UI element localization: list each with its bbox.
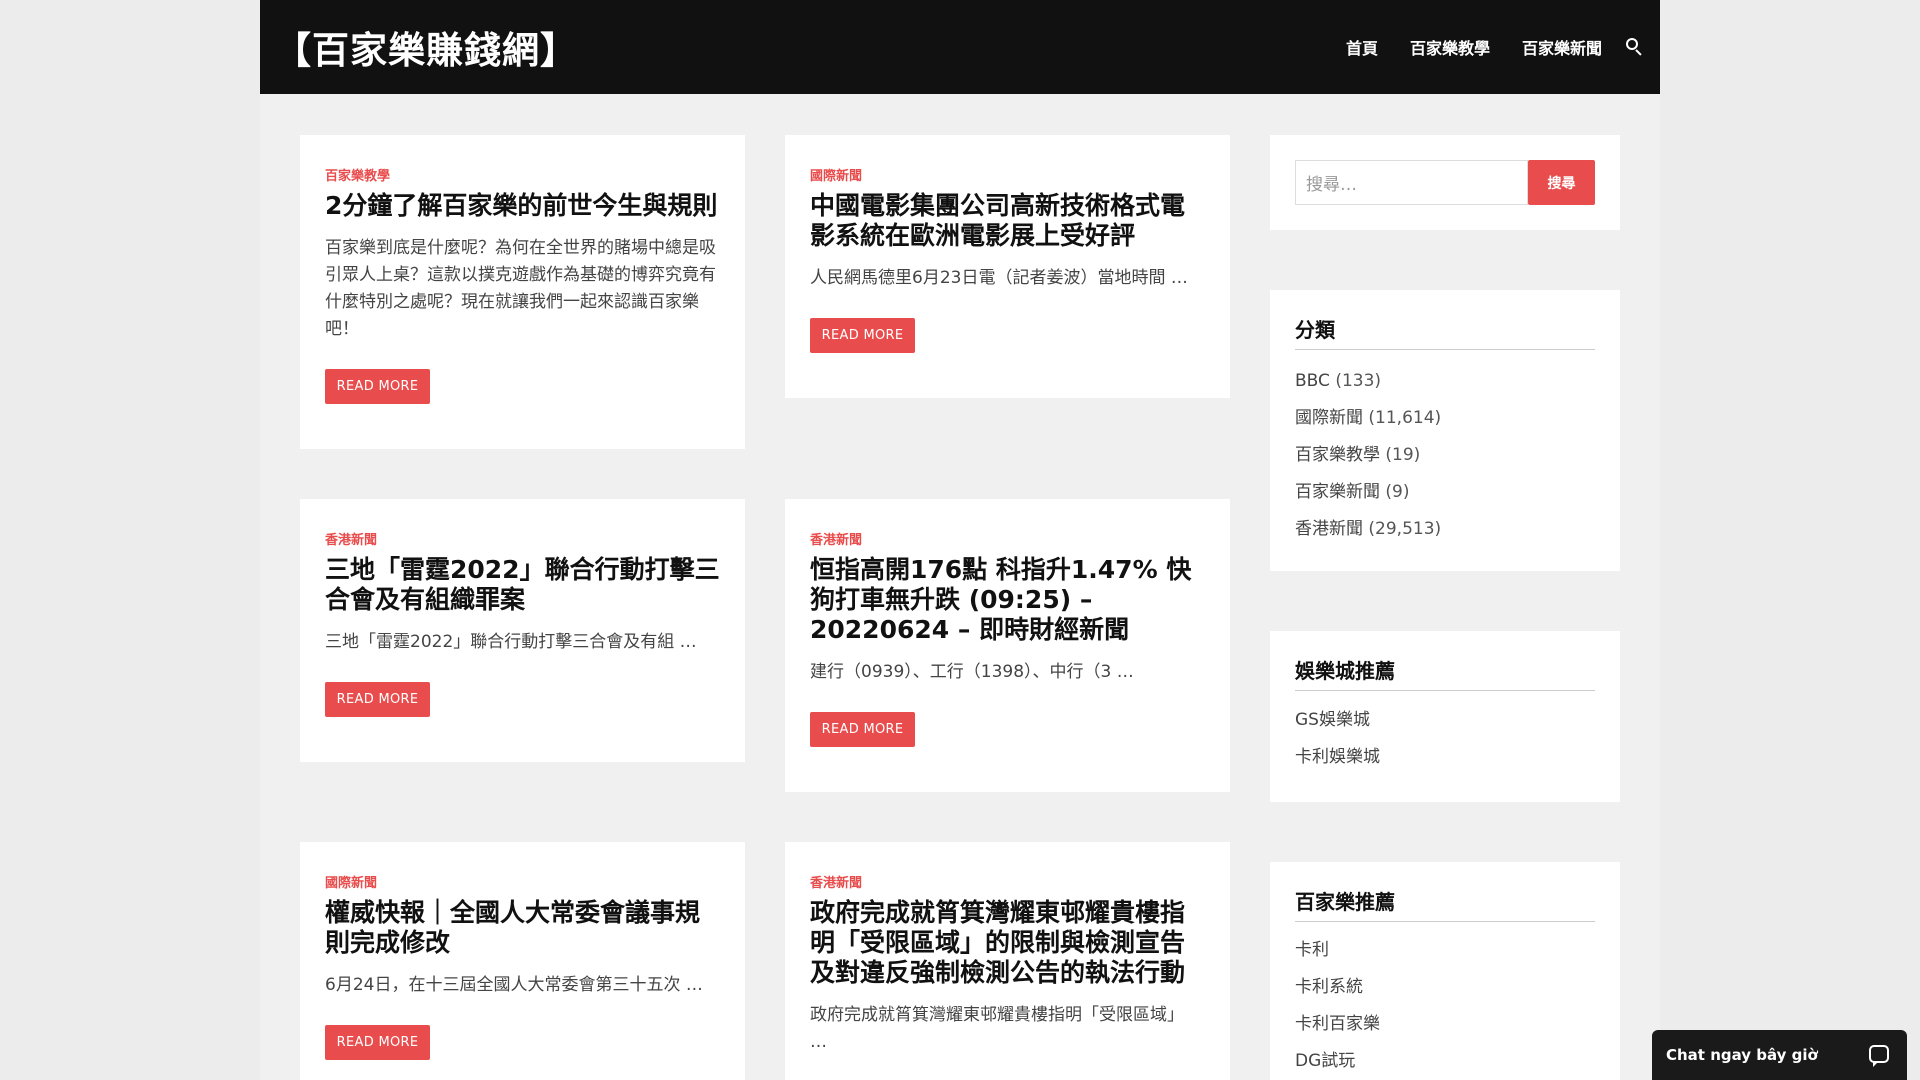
search-icon[interactable] (1626, 38, 1644, 56)
widget-title: 娛樂城推薦 (1295, 655, 1595, 691)
category-item[interactable]: 百家樂新聞 (9) (1295, 474, 1595, 511)
site-title[interactable]: 【百家樂賺錢網】 (274, 20, 578, 74)
post-excerpt: 百家樂到底是什麼呢？為何在全世界的賭場中總是吸引眾人上桌？這款以撲克遊戲作為基礎… (325, 238, 716, 339)
post-excerpt: 政府完成就筲箕灣耀東邨耀貴樓指明「受限區域」 … (810, 1005, 1184, 1052)
casino-list: GS娛樂城 卡利娛樂城 (1295, 702, 1595, 776)
nav-item-baccarat-news[interactable]: 百家樂新聞 (1522, 35, 1602, 59)
baccarat-link[interactable]: 卡利百家樂 (1295, 1006, 1595, 1043)
post-title[interactable]: 恒指高開176點 科指升1.47% 快狗打車無升跌 (09:25) – 2022… (810, 555, 1205, 645)
post-card: 百家樂教學 2分鐘了解百家樂的前世今生與規則 百家樂到底是什麼呢？為何在全世界的… (300, 135, 745, 449)
category-item[interactable]: BBC (133) (1295, 363, 1595, 400)
chat-widget[interactable]: Chat ngay bây giờ (1652, 1030, 1907, 1080)
main-nav: 首頁 百家樂教學 百家樂新聞 (1314, 0, 1644, 94)
baccarat-link[interactable]: 卡利系統 (1295, 969, 1595, 1006)
post-card: 國際新聞 中國電影集團公司高新技術格式電影系統在歐洲電影展上受好評 人民網馬德里… (785, 135, 1230, 398)
post-title[interactable]: 三地「雷霆2022」聯合行動打擊三合會及有組織罪案 (325, 555, 720, 615)
post-category[interactable]: 香港新聞 (325, 529, 377, 548)
search-widget: 搜尋… 搜尋 (1270, 135, 1620, 230)
post-title[interactable]: 政府完成就筲箕灣耀東邨耀貴樓指明「受限區域」的限制與檢測宣告及對違反強制檢測公告… (810, 898, 1205, 988)
widget-title: 百家樂推薦 (1295, 886, 1595, 922)
post-excerpt: 6月24日，在十三屆全國人大常委會第三十五次 … (325, 975, 703, 995)
post-excerpt: 三地「雷霆2022」聯合行動打擊三合會及有組 … (325, 632, 697, 652)
post-excerpt: 建行（0939）、工行（1398）、中行（3 … (810, 662, 1134, 682)
post-title[interactable]: 權威快報｜全國人大常委會議事規則完成修改 (325, 898, 720, 958)
casino-recommend-widget: 娛樂城推薦 GS娛樂城 卡利娛樂城 (1270, 631, 1620, 802)
read-more-button[interactable]: READ MORE (810, 712, 915, 747)
category-item[interactable]: 國際新聞 (11,614) (1295, 400, 1595, 437)
post-category[interactable]: 國際新聞 (810, 165, 862, 184)
widget-title: 分類 (1295, 314, 1595, 350)
nav-item-home[interactable]: 首頁 (1346, 35, 1378, 59)
read-more-button[interactable]: READ MORE (810, 318, 915, 353)
read-more-button[interactable]: READ MORE (325, 682, 430, 717)
category-list: BBC (133) 國際新聞 (11,614) 百家樂教學 (19) 百家樂新聞… (1295, 363, 1595, 548)
post-title[interactable]: 中國電影集團公司高新技術格式電影系統在歐洲電影展上受好評 (810, 191, 1205, 251)
read-more-button[interactable]: READ MORE (325, 1025, 430, 1060)
post-card: 香港新聞 三地「雷霆2022」聯合行動打擊三合會及有組織罪案 三地「雷霆2022… (300, 499, 745, 762)
categories-widget: 分類 BBC (133) 國際新聞 (11,614) 百家樂教學 (19) 百家… (1270, 290, 1620, 571)
category-item[interactable]: 香港新聞 (29,513) (1295, 511, 1595, 548)
read-more-button[interactable]: READ MORE (325, 369, 430, 404)
baccarat-link[interactable]: DG試玩 (1295, 1043, 1595, 1080)
post-title[interactable]: 2分鐘了解百家樂的前世今生與規則 (325, 191, 720, 221)
post-excerpt: 人民網馬德里6月23日電（記者姜波）當地時間 … (810, 268, 1188, 288)
post-category[interactable]: 香港新聞 (810, 872, 862, 891)
chat-label: Chat ngay bây giờ (1666, 1046, 1818, 1064)
post-card: 香港新聞 政府完成就筲箕灣耀東邨耀貴樓指明「受限區域」的限制與檢測宣告及對違反強… (785, 842, 1230, 1080)
site-header: 【百家樂賺錢網】 首頁 百家樂教學 百家樂新聞 (260, 0, 1660, 94)
post-category[interactable]: 國際新聞 (325, 872, 377, 891)
post-card: 香港新聞 恒指高開176點 科指升1.47% 快狗打車無升跌 (09:25) –… (785, 499, 1230, 792)
casino-link[interactable]: GS娛樂城 (1295, 702, 1595, 739)
category-item[interactable]: 百家樂教學 (19) (1295, 437, 1595, 474)
search-button[interactable]: 搜尋 (1528, 160, 1595, 205)
post-card: 國際新聞 權威快報｜全國人大常委會議事規則完成修改 6月24日，在十三屆全國人大… (300, 842, 745, 1080)
casino-link[interactable]: 卡利娛樂城 (1295, 739, 1595, 776)
chat-bubble-icon[interactable] (1869, 1045, 1889, 1067)
baccarat-link[interactable]: 卡利 (1295, 932, 1595, 969)
baccarat-recommend-widget: 百家樂推薦 卡利 卡利系統 卡利百家樂 DG試玩 (1270, 862, 1620, 1080)
search-input[interactable]: 搜尋… (1295, 160, 1528, 205)
nav-item-baccarat-tutorial[interactable]: 百家樂教學 (1410, 35, 1490, 59)
post-category[interactable]: 百家樂教學 (325, 165, 390, 184)
baccarat-list: 卡利 卡利系統 卡利百家樂 DG試玩 (1295, 932, 1595, 1080)
post-category[interactable]: 香港新聞 (810, 529, 862, 548)
